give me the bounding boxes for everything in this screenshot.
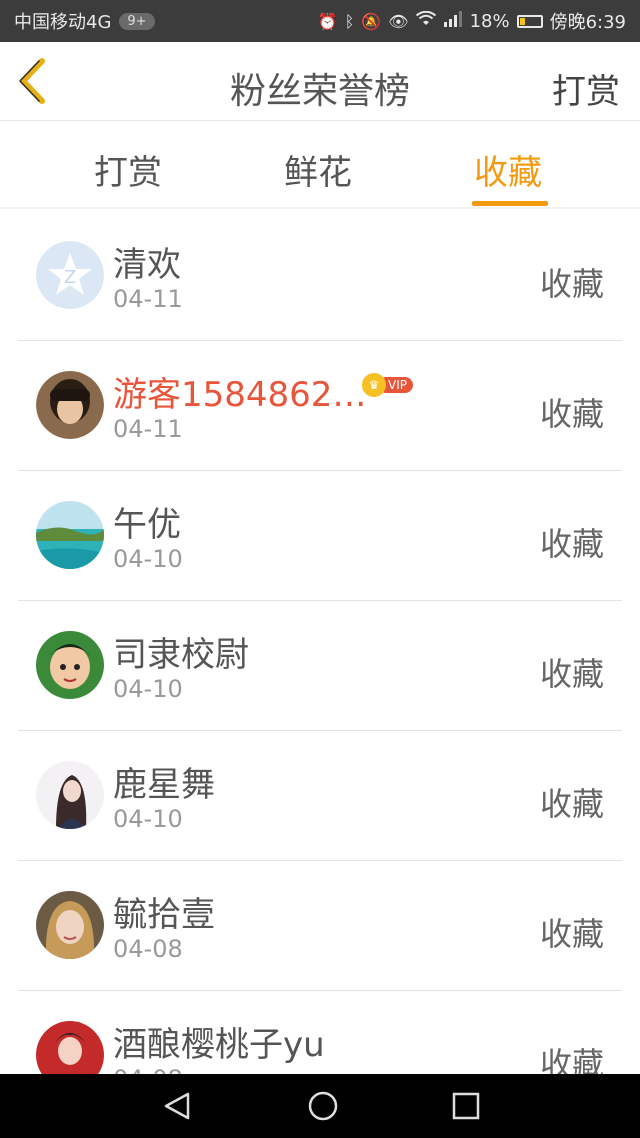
avatar: Z	[36, 241, 104, 309]
list-item[interactable]: 司隶校尉 04-10 收藏	[18, 601, 622, 731]
favorite-label: 收藏	[539, 525, 604, 563]
reward-button[interactable]: 打赏	[552, 64, 620, 113]
tab-flowers[interactable]: 鲜花	[284, 145, 352, 194]
tab-reward[interactable]: 打赏	[94, 145, 162, 194]
system-recent-button[interactable]	[448, 1088, 484, 1128]
avatar	[36, 631, 104, 699]
avatar	[36, 371, 104, 439]
wifi-icon	[415, 10, 436, 31]
fan-list: Z 清欢 04-11 收藏 游客1584862… ♛ VIP 04-11 收藏 …	[0, 211, 640, 1121]
system-home-button[interactable]	[305, 1088, 341, 1128]
fan-date: 04-11	[113, 415, 183, 443]
carrier-label: 中国移动4G	[14, 12, 112, 33]
list-item[interactable]: 毓拾壹 04-08 收藏	[18, 861, 622, 991]
system-nav-bar	[0, 1074, 640, 1138]
fan-date: 04-08	[113, 935, 183, 963]
vip-badge: ♛ VIP	[362, 373, 413, 397]
list-item[interactable]: 鹿星舞 04-10 收藏	[18, 731, 622, 861]
fan-name: 毓拾壹	[113, 895, 215, 935]
bluetooth-icon: ᛒ	[344, 11, 355, 31]
tab-bar: 打赏 鲜花 收藏	[0, 121, 640, 209]
fan-date: 04-11	[113, 285, 183, 313]
battery-percent: 18%	[469, 10, 510, 32]
fan-name: 酒酿樱桃子yu	[113, 1025, 325, 1065]
fan-name: 午优	[113, 505, 181, 545]
avatar	[36, 761, 104, 829]
fan-name: 游客1584862…	[113, 375, 367, 415]
fan-name: 鹿星舞	[113, 765, 215, 805]
recent-square-icon	[452, 1092, 480, 1120]
favorite-label: 收藏	[539, 915, 604, 953]
list-item[interactable]: Z 清欢 04-11 收藏	[18, 211, 622, 341]
fan-date: 04-10	[113, 805, 183, 833]
svg-text:Z: Z	[64, 267, 76, 288]
eye-icon: 👁	[388, 11, 409, 31]
page-title: 粉丝荣誉榜	[229, 71, 410, 112]
fan-date: 04-10	[113, 675, 183, 703]
active-tab-indicator	[472, 201, 548, 206]
system-back-button[interactable]	[160, 1088, 196, 1128]
avatar	[36, 501, 104, 569]
list-item[interactable]: 午优 04-10 收藏	[18, 471, 622, 601]
notification-badge: 9+	[119, 12, 155, 30]
avatar	[36, 891, 104, 959]
mute-icon: 🔕	[361, 11, 382, 31]
list-item[interactable]: 游客1584862… ♛ VIP 04-11 收藏	[18, 341, 622, 471]
fan-date: 04-10	[113, 545, 183, 573]
battery-icon	[516, 14, 543, 28]
favorite-label: 收藏	[539, 785, 604, 823]
tab-favorites[interactable]: 收藏	[474, 145, 542, 194]
fan-name: 清欢	[113, 245, 181, 285]
favorite-label: 收藏	[539, 395, 604, 433]
back-triangle-icon	[164, 1092, 190, 1120]
home-circle-icon	[308, 1091, 338, 1121]
signal-icon	[443, 11, 463, 31]
favorite-label: 收藏	[539, 265, 604, 303]
crown-icon: ♛	[362, 373, 386, 397]
alarm-icon: ⏰	[317, 11, 338, 31]
status-bar: 中国移动4G 9+ ⏰ ᛒ 🔕 👁 18% 傍晚6:39	[0, 0, 640, 42]
clock: 傍晚6:39	[549, 12, 626, 33]
header: 粉丝荣誉榜 打赏	[0, 42, 640, 121]
favorite-label: 收藏	[539, 655, 604, 693]
fan-name: 司隶校尉	[113, 635, 249, 675]
